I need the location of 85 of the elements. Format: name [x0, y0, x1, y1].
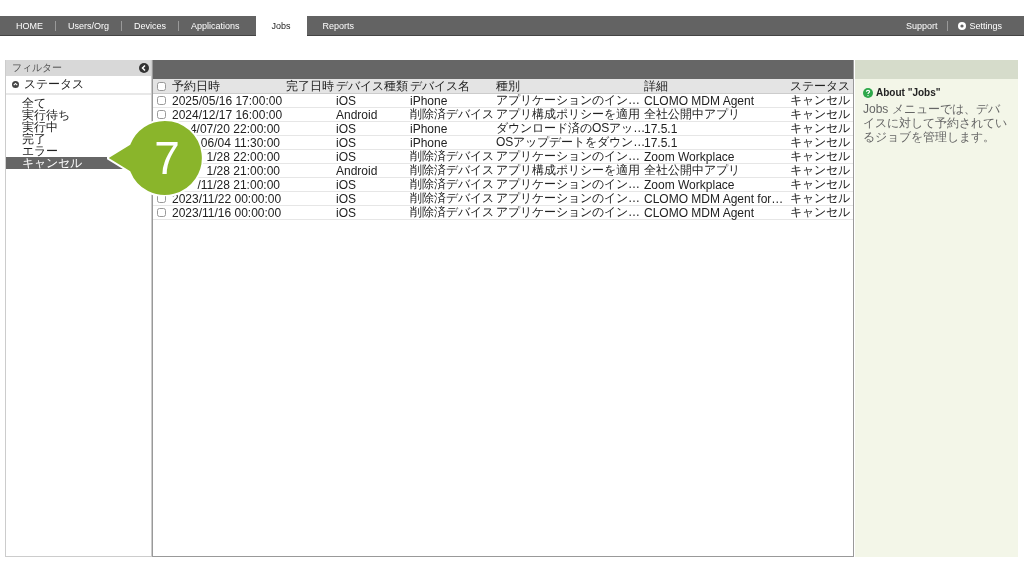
table-cell: アプリケーションのイン…	[496, 205, 640, 219]
table-cell: 削除済デバイス	[410, 205, 494, 219]
nav-tab[interactable]: Users/Org	[56, 16, 121, 35]
table-cell: Android	[336, 163, 378, 178]
column-header[interactable]: 予約日時	[172, 77, 286, 95]
table-cell: iOS	[336, 205, 356, 220]
table-cell: アプリケーションのイン…	[496, 149, 640, 163]
table-cell: キャンセル	[790, 107, 850, 121]
row-checkbox[interactable]	[157, 110, 166, 119]
filter-item[interactable]: 実行待ち	[6, 109, 151, 121]
nav-tab[interactable]: Jobs	[255, 15, 307, 36]
column-header[interactable]: デバイス種類	[336, 77, 410, 95]
step-number: 7	[153, 131, 181, 186]
table-cell: Android	[336, 107, 378, 122]
table-cell: キャンセル	[790, 93, 850, 107]
column-header[interactable]: 完了日時	[286, 77, 336, 95]
section-title: ステータス	[24, 76, 84, 93]
nav-tab[interactable]: Devices	[122, 16, 179, 35]
table-cell: iOS	[336, 149, 356, 164]
table-cell: アプリケーションのイン…	[496, 191, 640, 205]
table-cell-text: 1/28 21:00:00	[205, 163, 280, 178]
table-cell: キャンセル	[790, 205, 850, 219]
table-cell-text: 4/07/20 22:00:00	[188, 121, 280, 136]
status-section-header[interactable]: ステータス	[6, 76, 151, 95]
table-cell: キャンセル	[790, 135, 850, 149]
table-cell: キャンセル	[790, 163, 850, 177]
support-link[interactable]: Support	[895, 20, 948, 31]
table-cell: キャンセル	[790, 191, 850, 205]
table-cell: 2023/11/16 00:00:00	[172, 205, 280, 220]
table-cell: iOS	[336, 191, 356, 206]
table-cell: 削除済デバイス	[410, 177, 494, 191]
help-icon	[863, 87, 873, 98]
table-cell: Zoom Workplace	[644, 149, 735, 164]
column-header[interactable]: ステータス	[790, 77, 852, 95]
table-cell: iOS	[336, 121, 356, 136]
table-cell: キャンセル	[790, 121, 850, 135]
table-cell-text: /11/28 21:00:00	[196, 177, 280, 192]
table-cell: 2023/11/22 00:00:00	[172, 191, 280, 206]
table-cell-text: 1/28 22:00:00	[205, 149, 280, 164]
table-cell: 2024/12/17 16:00:00	[172, 107, 280, 122]
nav-tab[interactable]: HOME	[0, 16, 55, 35]
nav-tab[interactable]: Reports	[310, 16, 367, 35]
table-cell: アプリ構成ポリシーを適用	[496, 163, 640, 177]
filter-title: フィルター	[12, 61, 62, 75]
table-cell: キャンセル	[790, 177, 850, 191]
table-cell: Zoom Workplace	[644, 177, 735, 192]
row-checkbox[interactable]	[157, 208, 166, 217]
help-text: Jobs メニューでは、デバイスに対して予約されているジョブを管理します。	[863, 102, 1008, 144]
column-header[interactable]: デバイス名	[410, 77, 496, 95]
column-header[interactable]: 詳細	[644, 77, 790, 95]
help-title: About "Jobs"	[876, 87, 941, 98]
table-cell: 削除済デバイス	[410, 191, 494, 205]
select-all-checkbox[interactable]	[157, 81, 166, 91]
nav-tab[interactable]: Applications	[179, 16, 252, 35]
table-cell-text: 06/04 11:30:00	[199, 135, 280, 150]
table-cell: CLOMO MDM Agent	[644, 93, 755, 108]
table-cell: OSアップデートをダウン…	[496, 135, 646, 149]
table-cell: iPhone	[410, 93, 448, 108]
table-cell: 削除済デバイス	[410, 149, 494, 163]
table-cell: ダウンロード済のOSアッ…	[496, 121, 646, 135]
table-cell: iPhone	[410, 135, 448, 150]
table-cell: アプリケーションのイン…	[496, 177, 640, 191]
column-header[interactable]: 種別	[496, 77, 644, 95]
table-cell: アプリ構成ポリシーを適用	[496, 107, 640, 121]
filter-item[interactable]: 全て	[6, 97, 151, 109]
table-cell: 全社公開中アプリ	[644, 107, 740, 121]
table-cell: iPhone	[410, 121, 448, 136]
table-cell: CLOMO MDM Agent	[644, 205, 755, 220]
table-cell: アプリケーションのイン…	[496, 93, 640, 107]
gear-icon	[958, 21, 967, 30]
table-cell: 削除済デバイス	[410, 107, 494, 121]
table-cell: CLOMO MDM Agent for…	[644, 191, 784, 206]
table-cell: キャンセル	[790, 149, 850, 163]
table-cell: iOS	[336, 177, 356, 192]
table-cell: iOS	[336, 135, 356, 150]
row-checkbox[interactable]	[157, 96, 166, 105]
collapse-icon	[12, 81, 19, 88]
table-cell: 全社公開中アプリ	[644, 163, 740, 177]
table-cell: iOS	[336, 93, 356, 108]
table-cell: 2025/05/16 17:00:00	[172, 93, 280, 108]
table-cell: 削除済デバイス	[410, 163, 494, 177]
collapse-icon[interactable]	[139, 63, 149, 73]
table-cell: 17.5.1	[644, 135, 678, 150]
settings-link[interactable]: Settings	[948, 20, 1012, 31]
table-cell: 17.5.1	[644, 121, 678, 136]
